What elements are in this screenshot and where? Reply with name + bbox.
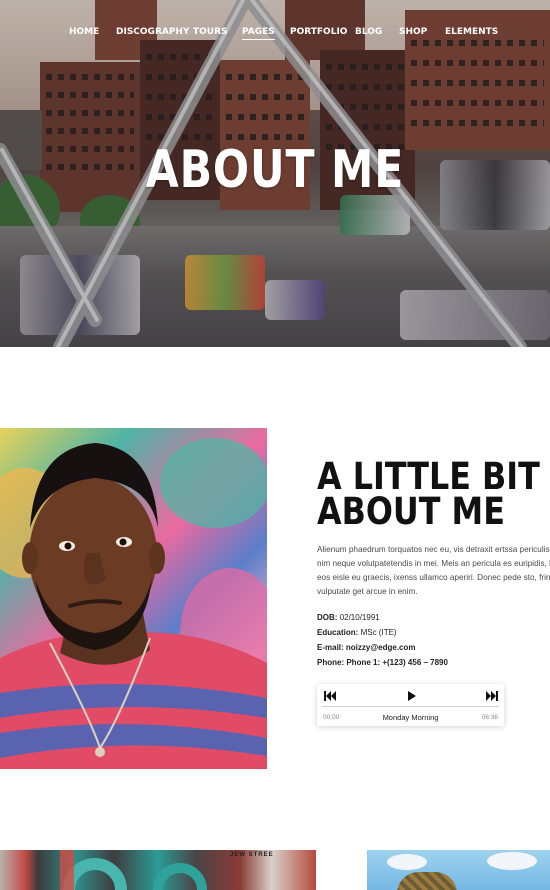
nav-item-blog[interactable]: BLOG	[355, 27, 382, 37]
nav-item-portfolio[interactable]: PORTFOLIO	[290, 27, 347, 37]
detail-label: E-mail:	[317, 643, 344, 652]
detail-phone: Phone: Phone 1: +(123) 456 – 7890	[317, 655, 550, 670]
detail-value: MSc (ITE)	[360, 628, 397, 637]
detail-education: Education: MSc (ITE)	[317, 625, 550, 640]
detail-label: DOB:	[317, 613, 338, 622]
detail-label: Phone:	[317, 658, 345, 667]
nav-item-elements[interactable]: ELEMENTS	[445, 27, 498, 37]
main-navigation: HOME DISCOGRAPHY TOURS PAGES PORTFOLIO B…	[0, 27, 550, 41]
detail-dob: DOB: 02/10/1991	[317, 610, 550, 625]
personal-details: DOB: 02/10/1991 Education: MSc (ITE) E-m…	[317, 610, 550, 670]
progress-bar[interactable]	[322, 706, 499, 707]
track-title: Monday Morning	[382, 713, 439, 722]
nav-item-pages[interactable]: PAGES	[242, 27, 275, 40]
cap-shape	[397, 872, 457, 890]
nav-item-home[interactable]: HOME	[69, 27, 99, 37]
about-paragraph-line: nim neque volutpatetendis in mei. Meis a…	[317, 559, 550, 568]
about-heading-line1: A LITTLE BIT	[317, 455, 540, 498]
about-paragraph-line: Alienum phaedrum torquatos nec eu, vis d…	[317, 545, 550, 554]
skip-next-icon[interactable]	[485, 689, 499, 701]
about-heading: A LITTLE BIT ABOUT ME	[317, 455, 540, 533]
about-paragraph: Alienum phaedrum torquatos nec eu, vis d…	[317, 543, 550, 599]
detail-value: 02/10/1991	[339, 613, 380, 622]
person-illustration	[0, 443, 267, 769]
gallery-image-cap[interactable]	[367, 850, 550, 890]
gallery-image-graffiti[interactable]: JEW STREE	[0, 850, 316, 890]
nav-item-shop[interactable]: SHOP	[399, 27, 427, 37]
track-duration: 06:36	[481, 714, 498, 721]
play-icon[interactable]	[405, 689, 419, 701]
audio-player: 00:00 Monday Morning 06:36	[317, 684, 504, 726]
skip-previous-icon[interactable]	[323, 689, 337, 701]
nav-item-tours[interactable]: TOURS	[193, 27, 228, 37]
page-title: ABOUT ME	[145, 140, 405, 200]
about-heading-line2: ABOUT ME	[317, 490, 505, 533]
detail-value: Phone 1: +(123) 456 – 7890	[346, 658, 448, 667]
street-sign-text: JEW STREE	[230, 852, 274, 858]
hero-banner: HOME DISCOGRAPHY TOURS PAGES PORTFOLIO B…	[0, 0, 550, 347]
detail-label: Education:	[317, 628, 359, 637]
about-paragraph-line: vulputate get arcue in enim.	[317, 587, 418, 596]
nav-item-discography[interactable]: DISCOGRAPHY	[116, 27, 190, 37]
detail-email: E-mail: noizzy@edge.com	[317, 640, 550, 655]
portrait-photo	[0, 428, 267, 769]
about-paragraph-line: eos eisle eu graecis, ixenss ullamco ape…	[317, 573, 550, 582]
detail-value[interactable]: noizzy@edge.com	[346, 643, 416, 652]
